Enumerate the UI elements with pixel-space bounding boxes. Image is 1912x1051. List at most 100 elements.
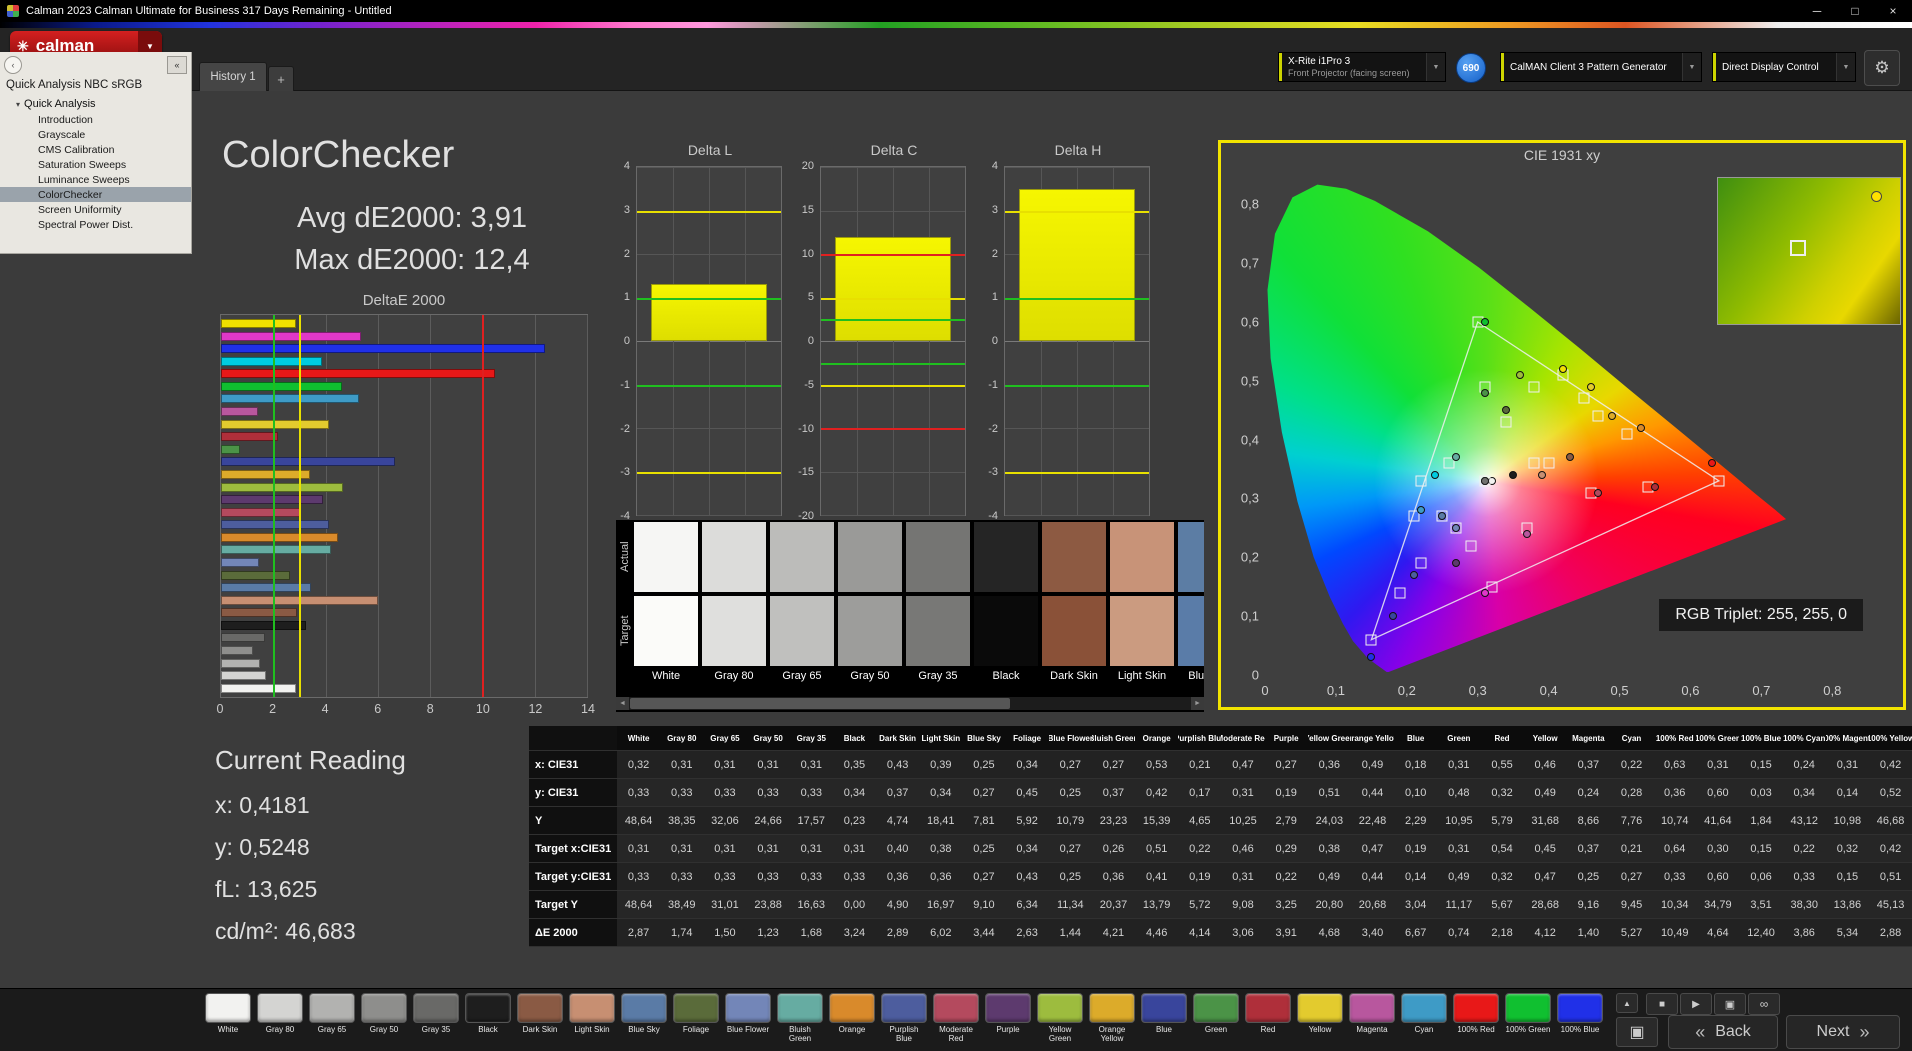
pattern-button-yellow-green[interactable]: Yellow Green: [1037, 993, 1083, 1043]
pattern-swatch: [309, 993, 355, 1023]
sidebar-item-introduction[interactable]: Introduction: [0, 112, 191, 127]
deltaE-chart: [220, 314, 588, 698]
axis-tick: 3: [624, 204, 630, 216]
pattern-button-blue-sky[interactable]: Blue Sky: [621, 993, 667, 1043]
sidebar-item-saturation-sweeps[interactable]: Saturation Sweeps: [0, 157, 191, 172]
table-cell: 0,27: [1610, 863, 1653, 890]
table-cell: 0,33: [660, 863, 703, 890]
deltaE-bar-100-red: [221, 369, 495, 378]
sidebar-item-spectral-power-dist[interactable]: Spectral Power Dist.: [0, 217, 191, 232]
collapse-sidebar-button[interactable]: «: [167, 56, 187, 74]
meter-count-badge[interactable]: 690: [1456, 53, 1486, 83]
tree-root-label: Quick Analysis: [24, 98, 96, 110]
pattern-label: White: [205, 1025, 251, 1043]
stop-button[interactable]: ■: [1646, 993, 1678, 1015]
axis-tick: 0,5: [1241, 373, 1259, 388]
pattern-button-foliage[interactable]: Foliage: [673, 993, 719, 1043]
pattern-button-orange[interactable]: Orange: [829, 993, 875, 1043]
pattern-button-white[interactable]: White: [205, 993, 251, 1043]
close-button[interactable]: ×: [1874, 0, 1912, 22]
swatch-scrollbar[interactable]: ◄ ►: [616, 697, 1204, 710]
pattern-button-black[interactable]: Black: [465, 993, 511, 1043]
pattern-button-purplish-blue[interactable]: Purplish Blue: [881, 993, 927, 1043]
pattern-swatch: [205, 993, 251, 1023]
pattern-button-100-red[interactable]: 100% Red: [1453, 993, 1499, 1043]
back-button[interactable]: « Back: [1668, 1015, 1778, 1049]
cie-measured-marker: [1538, 471, 1546, 479]
max-de2000: Max dE2000: 12,4: [222, 244, 602, 277]
sidebar-item-luminance-sweeps[interactable]: Luminance Sweeps: [0, 172, 191, 187]
pattern-button-purple[interactable]: Purple: [985, 993, 1031, 1043]
sidebar-item-grayscale[interactable]: Grayscale: [0, 127, 191, 142]
next-button[interactable]: Next »: [1786, 1015, 1900, 1049]
table-cell: 5,92: [1006, 807, 1049, 834]
pattern-button-bluish-green[interactable]: Bluish Green: [777, 993, 823, 1043]
add-tab-button[interactable]: +: [268, 66, 294, 91]
pattern-button-light-skin[interactable]: Light Skin: [569, 993, 615, 1043]
maximize-button[interactable]: □: [1836, 0, 1874, 22]
settings-button[interactable]: ⚙: [1864, 50, 1900, 86]
pattern-button-magenta[interactable]: Magenta: [1349, 993, 1395, 1043]
scroll-left-icon[interactable]: ◄: [616, 697, 629, 710]
pattern-button-yellow[interactable]: Yellow: [1297, 993, 1343, 1043]
table-cell: 0,33: [790, 863, 833, 890]
cie-measured-marker: [1502, 406, 1510, 414]
pattern-button-dark-skin[interactable]: Dark Skin: [517, 993, 563, 1043]
play-button[interactable]: ▶: [1680, 993, 1712, 1015]
pattern-generator-dropdown[interactable]: CalMAN Client 3 Pattern Generator ▼: [1500, 52, 1702, 82]
chevron-down-icon: ▼: [1836, 53, 1855, 81]
table-cell: 1,74: [660, 919, 703, 946]
table-cell: 0,34: [1006, 751, 1049, 778]
axis-tick: -10: [798, 423, 814, 435]
pattern-button-green[interactable]: Green: [1193, 993, 1239, 1043]
table-cell: 3,51: [1739, 891, 1782, 918]
loop-button[interactable]: ∞: [1748, 993, 1780, 1015]
swatch-label: Light Skin: [1110, 670, 1174, 688]
scroll-right-icon[interactable]: ►: [1191, 697, 1204, 710]
axis-tick: -2: [620, 423, 630, 435]
table-row: Target y:CIE310,330,330,330,330,330,330,…: [529, 863, 1912, 891]
pattern-button-blue-flower[interactable]: Blue Flower: [725, 993, 771, 1043]
pattern-button-100-blue[interactable]: 100% Blue: [1557, 993, 1603, 1043]
pattern-label: Purple: [985, 1025, 1031, 1043]
pattern-button-moderate-red[interactable]: Moderate Red: [933, 993, 979, 1043]
pattern-window-button[interactable]: ▣: [1714, 993, 1746, 1015]
table-cell: 0,36: [919, 863, 962, 890]
pattern-button-cyan[interactable]: Cyan: [1401, 993, 1447, 1043]
pattern-display-button[interactable]: ▣: [1616, 1017, 1658, 1047]
cie-x-axis: 00,10,20,30,40,50,60,70,8: [1265, 683, 1889, 699]
pattern-button-gray-65[interactable]: Gray 65: [309, 993, 355, 1043]
pattern-button-blue[interactable]: Blue: [1141, 993, 1187, 1043]
table-header-yellow-green: Yellow Green: [1308, 726, 1351, 750]
pattern-button-gray-80[interactable]: Gray 80: [257, 993, 303, 1043]
pattern-button-gray-50[interactable]: Gray 50: [361, 993, 407, 1043]
sidebar-item-cms-calibration[interactable]: CMS Calibration: [0, 142, 191, 157]
minimize-button[interactable]: ─: [1798, 0, 1836, 22]
table-cell: 0,39: [919, 751, 962, 778]
table-cell: 3,91: [1265, 919, 1308, 946]
axis-tick: 0,6: [1681, 683, 1699, 698]
scrollbar-thumb[interactable]: [630, 698, 1010, 709]
meter-dropdown[interactable]: X-Rite i1Pro 3 Front Projector (facing s…: [1278, 52, 1446, 82]
pattern-button-100-green[interactable]: 100% Green: [1505, 993, 1551, 1043]
tab-history-1[interactable]: History 1: [199, 62, 267, 91]
pattern-button-gray-35[interactable]: Gray 35: [413, 993, 459, 1043]
strip-scroll-up-button[interactable]: ▲: [1616, 993, 1638, 1013]
table-header-foliage: Foliage: [1006, 726, 1049, 750]
back-circle-button[interactable]: ‹: [4, 56, 22, 74]
pattern-button-red[interactable]: Red: [1245, 993, 1291, 1043]
delta-h-chart: Delta H43210-1-2-3-4: [978, 142, 1150, 518]
sidebar-item-screen-uniformity[interactable]: Screen Uniformity: [0, 202, 191, 217]
pattern-button-orange-yellow[interactable]: Orange Yellow: [1089, 993, 1135, 1043]
display-control-dropdown[interactable]: Direct Display Control ▼: [1712, 52, 1856, 82]
sidebar-item-quick-analysis[interactable]: ▾ Quick Analysis: [0, 96, 191, 112]
current-reading-cdm2: cd/m²: 46,683: [215, 918, 356, 945]
pattern-label: Green: [1193, 1025, 1239, 1043]
title-bar: Calman 2023 Calman Ultimate for Business…: [0, 0, 1912, 22]
deltaE-bar-white: [221, 684, 296, 693]
cie-measured-marker: [1608, 412, 1616, 420]
table-cell: 32,06: [703, 807, 746, 834]
swatch-label: Gray 50: [838, 670, 902, 688]
table-cell: 31,68: [1524, 807, 1567, 834]
sidebar-item-colorchecker[interactable]: ColorChecker: [0, 187, 191, 202]
